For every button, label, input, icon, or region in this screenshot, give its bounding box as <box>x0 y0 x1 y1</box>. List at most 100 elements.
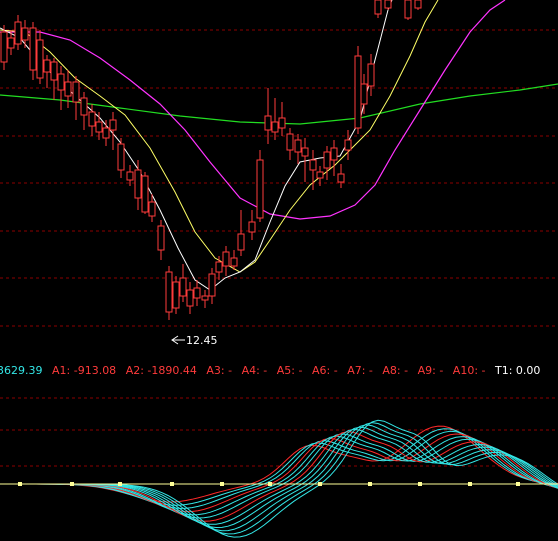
candlestick <box>201 290 209 308</box>
indicator-a6: A6: - <box>312 364 338 377</box>
candlestick <box>57 66 65 110</box>
candle-body <box>29 27 37 71</box>
candlestick <box>186 282 194 314</box>
candlestick <box>248 210 256 240</box>
candlestick <box>384 0 392 10</box>
candlestick <box>0 25 8 70</box>
indicator-a1: A1: -913.08 <box>52 364 116 377</box>
stock-chart[interactable]: 12.45 3629.39 A1: -913.08 A2: -1890.44 A… <box>0 0 558 541</box>
candlestick <box>354 46 362 134</box>
candle-body <box>72 81 80 103</box>
candle-body <box>237 233 245 251</box>
candle-body <box>43 59 51 73</box>
candle-body <box>286 133 294 151</box>
candle-body <box>271 121 279 133</box>
candle-body <box>21 27 29 41</box>
candle-body <box>117 143 125 171</box>
candlestick <box>43 55 51 88</box>
candle-body <box>309 159 317 171</box>
candle-body <box>64 81 72 97</box>
candlestick <box>286 128 294 160</box>
candlestick <box>179 264 187 302</box>
candlestick <box>157 220 165 260</box>
zero-line-marker <box>268 482 272 486</box>
candlestick <box>72 76 80 120</box>
zero-line-marker <box>170 482 174 486</box>
candle-body <box>14 21 22 45</box>
candlestick <box>344 130 352 160</box>
candlesticks[interactable] <box>0 0 422 320</box>
candle-body <box>337 173 345 183</box>
candlestick <box>80 92 88 130</box>
candlestick <box>278 102 286 136</box>
indicator-a10: A10: - <box>453 364 486 377</box>
zero-line-marker <box>468 482 472 486</box>
candlestick <box>294 134 302 164</box>
candlestick <box>323 146 331 180</box>
candle-body <box>344 139 352 151</box>
indicator-a9: A9: - <box>418 364 444 377</box>
zero-line-marker <box>220 482 224 486</box>
candle-body <box>157 225 165 251</box>
candlestick <box>316 166 324 186</box>
indicator-a7: A7: - <box>347 364 373 377</box>
candle-body <box>179 277 187 297</box>
candlestick <box>165 266 173 320</box>
candlestick <box>29 22 37 80</box>
oscillator-line <box>0 428 558 525</box>
indicator-a2: A2: -1890.44 <box>126 364 197 377</box>
candle-body <box>360 83 368 105</box>
candle-body <box>404 0 412 19</box>
candlestick <box>36 30 44 84</box>
candlestick <box>222 246 230 276</box>
candle-body <box>95 121 103 133</box>
candle-body <box>264 115 272 131</box>
candlestick <box>193 280 201 306</box>
candle-body <box>248 221 256 233</box>
candle-body <box>414 0 422 9</box>
candle-body <box>384 0 392 9</box>
candlestick <box>404 0 412 20</box>
candle-body <box>57 73 65 91</box>
zero-line-marker <box>368 482 372 486</box>
candle-body <box>301 147 309 157</box>
candle-body <box>186 289 194 307</box>
indicator-a4: A4: - <box>242 364 268 377</box>
zero-line-marker <box>18 482 22 486</box>
zero-line-marker <box>70 482 74 486</box>
oscillator-line <box>0 424 558 532</box>
zero-line-marker <box>318 482 322 486</box>
indicator-a8: A8: - <box>382 364 408 377</box>
candle-body <box>88 111 96 127</box>
zero-line-marker <box>418 482 422 486</box>
candle-body <box>330 147 338 161</box>
candlestick <box>102 120 110 146</box>
candle-body <box>201 295 209 301</box>
candle-body <box>172 281 180 309</box>
candlestick <box>237 210 245 256</box>
zero-line-marker <box>118 482 122 486</box>
candle-body <box>165 271 173 313</box>
candle-body <box>102 127 110 139</box>
low-price-label: 12.45 <box>186 334 218 347</box>
zero-line-marker <box>516 482 520 486</box>
moving-average-lines <box>0 0 558 291</box>
candle-body <box>141 175 149 213</box>
oscillator-ribbon <box>0 419 558 538</box>
candle-body <box>278 117 286 129</box>
candle-body <box>148 201 156 217</box>
candle-body <box>354 55 362 129</box>
candle-body <box>323 151 331 169</box>
candlestick <box>337 164 345 188</box>
candle-body <box>367 63 375 87</box>
candle-body <box>80 97 88 116</box>
candlestick <box>414 0 422 10</box>
candlestick <box>117 138 125 178</box>
candle-body <box>0 31 8 63</box>
indicator-t1: T1: 0.00 <box>494 364 540 377</box>
candlestick <box>256 150 264 222</box>
candlestick <box>7 30 15 55</box>
indicator-a3: A3: - <box>206 364 232 377</box>
candlestick <box>64 70 72 108</box>
candle-body <box>215 261 223 273</box>
